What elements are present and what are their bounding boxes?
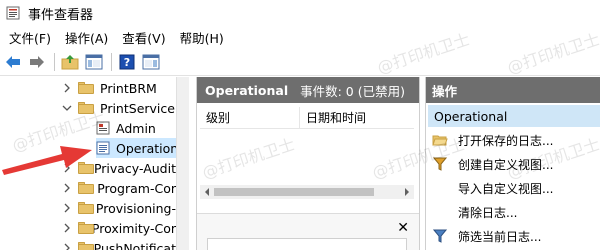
filter-icon [432, 156, 448, 172]
event-count-label: 事件数: 0 (已禁用) [300, 83, 405, 99]
actions-section-title[interactable]: Operational [428, 105, 600, 127]
help-button[interactable]: ? [116, 51, 138, 73]
actions-header: 操作 [426, 77, 600, 103]
toolbar-separator [111, 52, 112, 71]
tree-item[interactable]: Program-Cor [62, 178, 176, 198]
events-header: Operational 事件数: 0 (已禁用) [197, 77, 419, 103]
tree-item[interactable]: Provisioning- [62, 198, 176, 218]
tree-item-label: PrintBRM [100, 80, 157, 96]
chevron-right-icon[interactable] [62, 83, 72, 93]
event-details-panel: ✕ [197, 213, 419, 250]
tree-item-label: Operation [116, 140, 179, 156]
svg-text:?: ? [124, 56, 130, 69]
action-pane-icon [142, 54, 160, 69]
folder-icon [78, 242, 94, 250]
tree-item[interactable]: PrintService [62, 98, 176, 118]
folder-icon [78, 202, 94, 214]
action-label: 导入自定义视图... [458, 181, 554, 196]
admin-log-icon [96, 121, 110, 135]
annotation-red-arrow [2, 146, 92, 175]
close-icon[interactable]: ✕ [397, 220, 409, 236]
column-level[interactable]: 级别 [200, 106, 300, 129]
details-tab-strip [207, 238, 407, 250]
back-button[interactable] [2, 51, 24, 73]
tree-item-label: Proximity-Cor [91, 220, 176, 236]
filter-icon [432, 228, 448, 244]
chevron-right-icon[interactable] [62, 223, 72, 233]
folder-icon [78, 182, 94, 194]
tree-pane-icon [85, 54, 103, 69]
menu-view[interactable]: 查看(V) [115, 28, 172, 47]
tree-item[interactable]: PushNotificat [62, 238, 176, 250]
help-icon: ? [119, 54, 135, 69]
folder-open-icon [432, 132, 448, 148]
chevron-down-icon[interactable] [62, 103, 72, 113]
action-clear-log[interactable]: 清除日志... [426, 201, 600, 223]
tree-item-label: PrintService [100, 100, 175, 116]
chevron-right-icon[interactable] [62, 203, 72, 213]
tree-vertical-scrollbar[interactable] [176, 77, 189, 250]
title-bar: 事件查看器 [0, 0, 600, 26]
tree-item[interactable]: Admin [96, 118, 176, 138]
tree-item-label: Privacy-Audit [93, 160, 176, 176]
forward-button[interactable] [26, 51, 48, 73]
events-column-headers: 级别 日期和时间 [200, 106, 414, 129]
menu-help[interactable]: 帮助(H) [173, 28, 231, 47]
log-name-title: Operational [205, 82, 289, 98]
column-date-time[interactable]: 日期和时间 [300, 107, 414, 129]
folder-icon [78, 222, 94, 234]
action-import-custom-view[interactable]: 导入自定义视图... [426, 177, 600, 199]
action-create-custom-view[interactable]: 创建自定义视图... [426, 153, 600, 175]
actions-pane: 操作 Operational 打开保存的日志... 创建自定义视图... 导入自… [425, 77, 600, 250]
action-label: 筛选当前日志... [458, 229, 542, 244]
forward-arrow-icon [30, 55, 44, 68]
chevron-right-icon[interactable] [62, 243, 72, 250]
up-folder-icon [61, 54, 79, 69]
menu-action[interactable]: 操作(A) [58, 28, 115, 47]
events-horizontal-scrollbar[interactable] [200, 185, 414, 199]
action-label: 创建自定义视图... [458, 157, 554, 172]
up-folder-button[interactable] [59, 51, 81, 73]
folder-icon [78, 102, 94, 114]
tree-item-label: PushNotificat [93, 240, 176, 250]
action-label: 清除日志... [458, 205, 518, 220]
events-pane: Operational 事件数: 0 (已禁用) 级别 日期和时间 ✕ [196, 77, 420, 250]
action-label: 打开保存的日志... [458, 133, 554, 148]
folder-icon [78, 82, 94, 94]
tree-item-label: Provisioning- [95, 200, 176, 216]
tree-item[interactable]: PrintBRM [62, 78, 176, 98]
toolbar-separator [54, 52, 55, 71]
tree-item[interactable]: Operation [96, 138, 179, 158]
window-title: 事件查看器 [28, 7, 94, 23]
menu-file[interactable]: 文件(F) [2, 28, 58, 47]
chevron-right-icon[interactable] [62, 183, 72, 193]
show-action-pane-button[interactable] [140, 51, 162, 73]
tree-item[interactable]: Proximity-Cor [62, 218, 176, 238]
action-filter-current-log[interactable]: 筛选当前日志... [426, 225, 600, 247]
event-viewer-app-icon [6, 6, 20, 20]
tree-item-label: Program-Cor [97, 180, 176, 196]
action-open-saved-log[interactable]: 打开保存的日志... [426, 129, 600, 151]
back-arrow-icon [6, 55, 20, 68]
tree-item-label: Admin [116, 120, 156, 136]
show-hide-tree-button[interactable] [83, 51, 105, 73]
toolbar: ? [0, 48, 600, 76]
menu-bar: 文件(F) 操作(A) 查看(V) 帮助(H) [0, 26, 600, 48]
